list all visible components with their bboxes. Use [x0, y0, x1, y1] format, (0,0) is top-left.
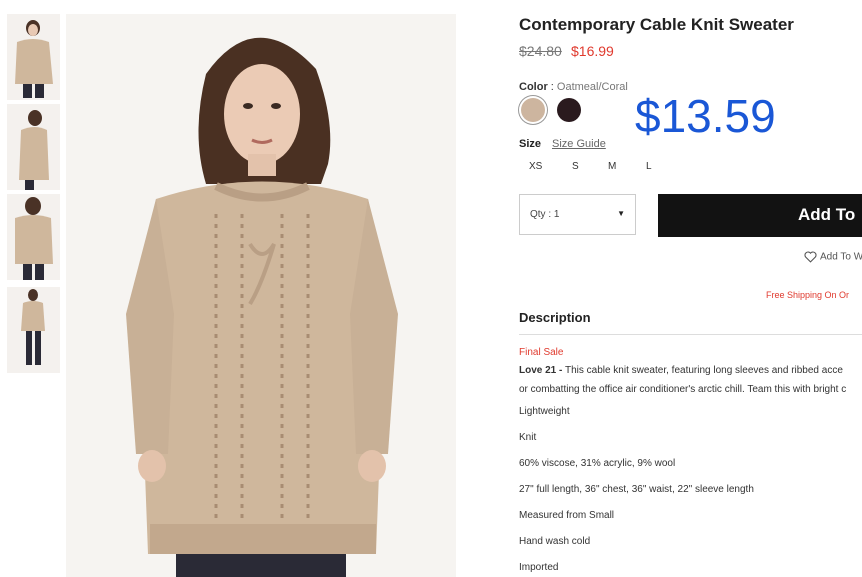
color-label: Color — [519, 81, 548, 93]
final-sale-badge: Final Sale — [519, 347, 564, 358]
detail-item: Imported — [519, 562, 559, 573]
size-option-l[interactable]: L — [646, 161, 652, 172]
size-option-xs[interactable]: XS — [529, 161, 542, 172]
size-guide-link[interactable]: Size Guide — [552, 138, 606, 150]
sale-price: $16.99 — [571, 43, 614, 59]
thumbnail-back[interactable] — [7, 194, 60, 280]
quantity-label: Qty : 1 — [530, 209, 560, 220]
thumbnail-full-length[interactable] — [7, 287, 60, 373]
color-separator: : — [547, 81, 557, 93]
detail-item: Lightweight — [519, 406, 570, 417]
detail-item: Measured from Small — [519, 510, 615, 521]
detail-item: Hand wash cold — [519, 536, 591, 547]
size-option-m[interactable]: M — [608, 161, 616, 172]
detail-item: 27" full length, 36" chest, 36" waist, 2… — [519, 484, 754, 495]
chevron-down-icon: ▼ — [617, 209, 625, 218]
swatch-black[interactable] — [557, 98, 581, 122]
description-divider — [519, 334, 862, 335]
add-to-bag-label: Add To — [798, 205, 856, 224]
color-selection-label: Color : Oatmeal/Coral — [519, 81, 628, 93]
description-intro-line-2: or combatting the office air conditioner… — [519, 384, 847, 395]
quantity-select[interactable]: Qty : 1 ▼ — [519, 194, 636, 235]
add-to-wishlist-link[interactable]: Add To W — [804, 251, 862, 263]
add-to-bag-button[interactable]: Add To — [658, 194, 862, 237]
free-shipping-notice: Free Shipping On Or — [766, 290, 850, 300]
wishlist-label: Add To W — [820, 251, 862, 263]
description-intro-text-1: This cable knit sweater, featuring long … — [562, 365, 843, 376]
product-title: Contemporary Cable Knit Sweater — [519, 15, 794, 34]
description-brand: Love 21 - — [519, 365, 563, 376]
product-main-image — [66, 14, 456, 577]
color-value: Oatmeal/Coral — [556, 81, 628, 93]
original-price: $24.80 — [519, 43, 562, 59]
overlay-price: $13.59 — [635, 90, 776, 142]
size-option-s[interactable]: S — [572, 161, 579, 172]
detail-item: 60% viscose, 31% acrylic, 9% wool — [519, 458, 676, 469]
heart-icon — [804, 251, 817, 263]
detail-item: Knit — [519, 432, 537, 443]
thumbnail-side[interactable] — [7, 104, 60, 190]
size-label: Size — [519, 138, 542, 150]
description-intro-line-1: Love 21 - This cable knit sweater, featu… — [519, 365, 843, 376]
description-heading: Description — [519, 310, 591, 325]
swatch-oatmeal-coral[interactable] — [521, 98, 545, 122]
thumbnail-front[interactable] — [7, 14, 60, 100]
